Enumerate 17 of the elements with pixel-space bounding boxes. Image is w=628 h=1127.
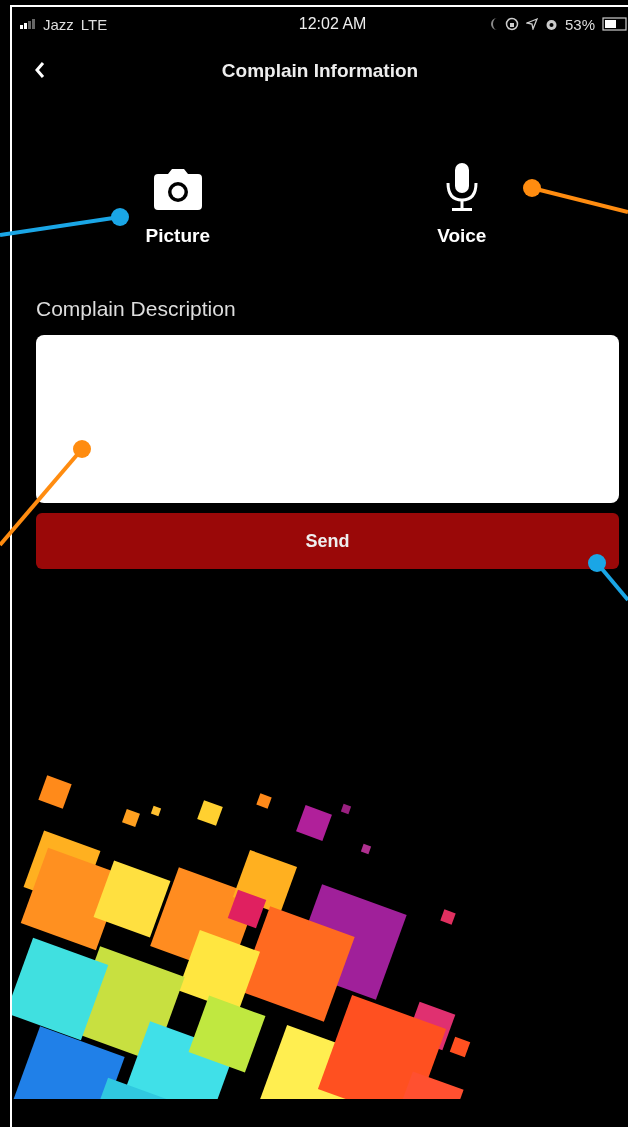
back-button[interactable] <box>34 61 46 79</box>
status-time: 12:02 AM <box>298 15 367 33</box>
alarm-icon <box>544 17 558 31</box>
network-type: LTE <box>80 15 108 33</box>
picture-button[interactable]: Picture <box>145 161 210 247</box>
battery-percent: 53% <box>564 15 595 33</box>
location-arrow-icon <box>525 18 538 30</box>
screen-title: Complain Information <box>221 60 419 82</box>
description-label: Complain Description <box>36 297 237 321</box>
voice-button[interactable]: Voice <box>437 161 487 247</box>
send-button[interactable]: Send <box>36 513 619 569</box>
description-field[interactable] <box>36 335 619 503</box>
camera-icon <box>153 168 202 211</box>
carrier-name: Jazz <box>43 15 74 33</box>
signal-icon <box>20 19 36 29</box>
rotation-lock-icon <box>504 17 519 31</box>
leader-line <box>588 554 628 602</box>
